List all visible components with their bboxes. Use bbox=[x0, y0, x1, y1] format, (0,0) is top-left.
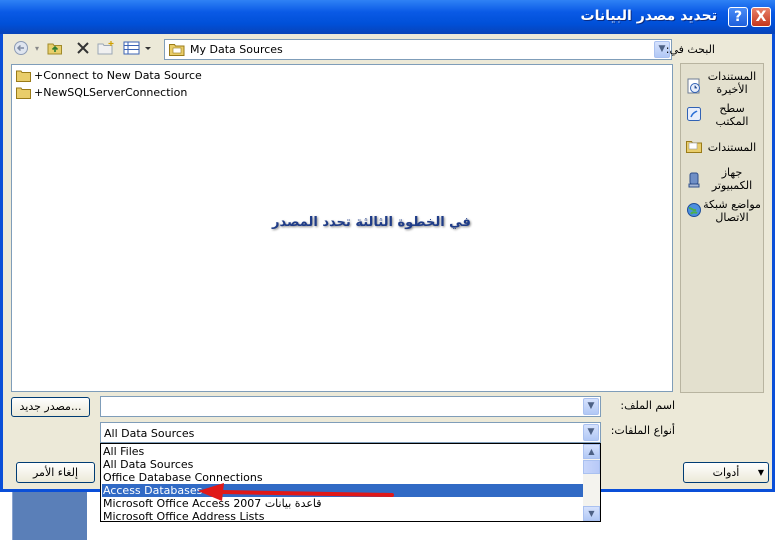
places-bar: المستندات الأخيرة سطح المكتب المستندات ج… bbox=[680, 63, 764, 393]
documents-folder-icon bbox=[686, 138, 702, 154]
look-in-combobox[interactable]: My Data Sources ▼ bbox=[164, 39, 672, 60]
place-label-documents: المستندات bbox=[707, 141, 757, 154]
chevron-down-icon[interactable]: ▼ bbox=[583, 424, 599, 441]
place-label-computer: جهاز الكمبيوتر bbox=[711, 166, 753, 192]
file-type-value: All Data Sources bbox=[104, 427, 195, 440]
place-label-desktop: سطح المكتب bbox=[715, 102, 749, 128]
dropdown-option[interactable]: All Data Sources bbox=[102, 458, 584, 471]
scroll-up-icon[interactable]: ▲ bbox=[583, 444, 600, 459]
place-desktop[interactable]: سطح المكتب bbox=[681, 102, 765, 134]
new-folder-icon[interactable] bbox=[96, 40, 116, 58]
up-folder-icon[interactable] bbox=[46, 40, 64, 58]
file-type-select[interactable]: All Data Sources ▼ bbox=[100, 422, 601, 443]
place-recent-documents[interactable]: المستندات الأخيرة bbox=[681, 70, 765, 100]
recent-documents-icon bbox=[686, 78, 702, 94]
network-places-icon bbox=[686, 202, 702, 218]
file-type-label: أنواع الملفات: bbox=[610, 424, 675, 437]
look-in-value: My Data Sources bbox=[190, 43, 283, 56]
views-icon[interactable] bbox=[122, 40, 154, 58]
folder-icon bbox=[16, 87, 31, 99]
cancel-button[interactable]: إلغاء الأمر bbox=[16, 462, 95, 483]
title-bar[interactable]: تحديد مصدر البيانات ? X bbox=[0, 0, 775, 34]
my-computer-icon bbox=[686, 172, 702, 188]
window-title: تحديد مصدر البيانات bbox=[580, 8, 717, 24]
place-label-network: مواضع شبكة الاتصال bbox=[703, 198, 761, 224]
place-documents[interactable]: المستندات bbox=[681, 138, 765, 162]
help-button[interactable]: ? bbox=[728, 7, 748, 27]
list-item-label: +NewSQLServerConnection bbox=[34, 86, 188, 99]
tools-label: أدوات bbox=[712, 466, 740, 479]
delete-icon[interactable] bbox=[74, 40, 92, 58]
new-source-button[interactable]: مصدر جديد... bbox=[11, 397, 90, 417]
desktop-icon bbox=[686, 106, 702, 122]
look-in-label: البحث في: bbox=[665, 43, 715, 56]
tools-button[interactable]: أدوات ▼ bbox=[683, 462, 769, 483]
scrollbar-thumb[interactable] bbox=[583, 460, 600, 474]
red-arrow-annotation bbox=[198, 483, 394, 501]
back-dropdown-icon[interactable]: ▾ bbox=[32, 40, 42, 58]
dropdown-scrollbar[interactable]: ▲ ▼ bbox=[583, 444, 600, 521]
place-my-computer[interactable]: جهاز الكمبيوتر bbox=[681, 166, 765, 196]
list-item-label: +Connect to New Data Source bbox=[34, 69, 202, 82]
chevron-down-icon[interactable]: ▼ bbox=[583, 398, 599, 415]
file-name-label: اسم الملف: bbox=[620, 399, 675, 412]
annotation-text: في الخطوة الثالثة تحدد المصدر bbox=[272, 215, 471, 230]
dropdown-option[interactable]: Microsoft Office Address Lists bbox=[102, 510, 584, 523]
place-network[interactable]: مواضع شبكة الاتصال bbox=[681, 198, 765, 228]
back-arrow-icon[interactable] bbox=[12, 40, 30, 58]
file-name-input[interactable]: ▼ bbox=[100, 396, 601, 417]
background-window-strip bbox=[12, 492, 87, 540]
folder-icon bbox=[16, 70, 31, 82]
scroll-down-icon[interactable]: ▼ bbox=[583, 506, 600, 521]
place-label-recent: المستندات الأخيرة bbox=[707, 70, 757, 96]
dropdown-option[interactable]: All Files bbox=[102, 445, 584, 458]
close-button[interactable]: X bbox=[751, 7, 771, 27]
chevron-down-icon: ▼ bbox=[757, 468, 764, 477]
file-list[interactable]: +Connect to New Data Source +NewSQLServe… bbox=[11, 64, 673, 392]
folder-icon bbox=[169, 43, 185, 56]
